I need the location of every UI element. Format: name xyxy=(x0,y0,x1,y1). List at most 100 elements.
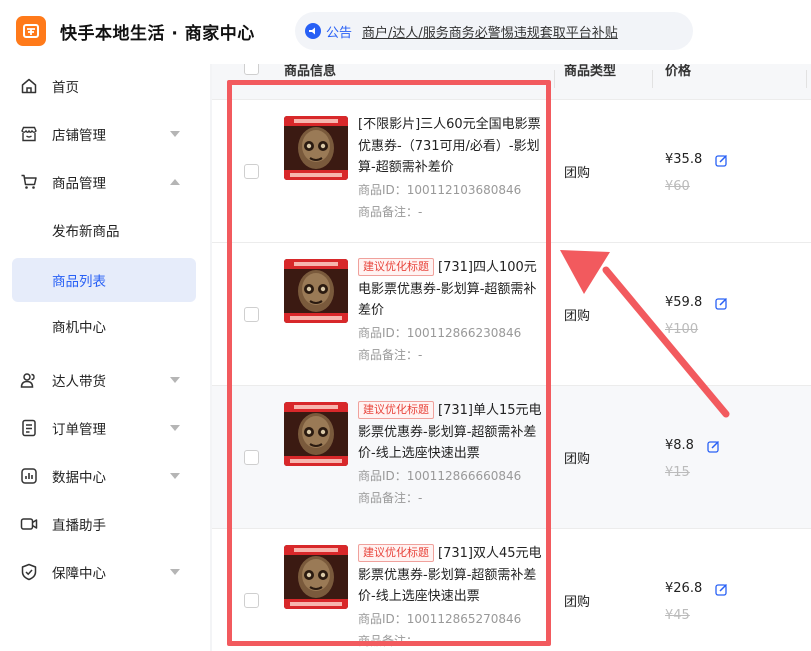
product-type: 团购 xyxy=(564,309,591,324)
chevron-down-icon xyxy=(170,131,180,137)
table-row: 建议优化标题 [731]四人100元电影票优惠券-影划算-超额需补差价 商品ID：… xyxy=(212,243,811,386)
original-price: ¥60 xyxy=(665,179,690,194)
movie-poster-image xyxy=(284,259,348,323)
optimize-title-badge[interactable]: 建议优化标题 xyxy=(358,258,434,276)
people-icon xyxy=(20,373,35,388)
top-header: 快手本地生活 · 商家中心 公告 商户/达人/服务商务必警惕违规套取平台补贴 xyxy=(0,0,811,64)
product-id: 商品ID：100112866660846 xyxy=(358,468,522,483)
product-info: 建议优化标题 [731]双人45元电影票优惠券-影划算-超额需补差价-线上选座快速… xyxy=(358,543,544,651)
order-icon xyxy=(22,419,36,437)
product-thumbnail[interactable] xyxy=(284,116,348,180)
edit-icon[interactable] xyxy=(715,583,728,596)
sidebar-item-label: 订单管理 xyxy=(52,422,106,438)
sidebar-subitem-product-list[interactable]: 商品列表 xyxy=(12,258,196,302)
product-type: 团购 xyxy=(564,452,591,467)
row-checkbox[interactable] xyxy=(244,593,259,608)
product-id: 商品ID：100112866230846 xyxy=(358,325,522,340)
chevron-up-icon xyxy=(170,179,180,185)
table-header: 商品信息 商品类型 价格 xyxy=(212,64,811,100)
product-note: 商品备注：- xyxy=(358,347,423,362)
product-id: 商品ID：100112103680846 xyxy=(358,182,522,197)
sidebar-item-label: 直播助手 xyxy=(52,518,106,534)
edit-icon[interactable] xyxy=(715,297,728,310)
announcement-bar[interactable]: 公告 商户/达人/服务商务必警惕违规套取平台补贴 xyxy=(295,12,693,50)
movie-poster-image xyxy=(284,116,348,180)
sidebar-item-label: 商品管理 xyxy=(52,176,106,192)
product-title[interactable]: 建议优化标题 [731]双人45元电影票优惠券-影划算-超额需补差价-线上选座快速… xyxy=(358,543,544,608)
sidebar-item-orders[interactable]: 订单管理 xyxy=(12,406,196,450)
product-title[interactable]: 建议优化标题 [731]单人15元电影票优惠券-影划算-超额需补差价-线上选座快速… xyxy=(358,400,544,465)
sidebar-item-label: 发布新商品 xyxy=(52,224,120,240)
product-price: ¥35.8 xyxy=(665,152,703,167)
row-checkbox[interactable] xyxy=(244,164,259,179)
product-title[interactable]: 建议优化标题 [731]四人100元电影票优惠券-影划算-超额需补差价 xyxy=(358,257,544,322)
column-divider xyxy=(806,70,807,88)
column-divider xyxy=(652,70,653,88)
chart-icon xyxy=(21,468,37,484)
table-row: 建议优化标题 [731]单人15元电影票优惠券-影划算-超额需补差价-线上选座快速… xyxy=(212,386,811,529)
sidebar-item-label: 商品列表 xyxy=(52,274,106,290)
product-price: ¥26.8 xyxy=(665,581,703,596)
sidebar-item-store[interactable]: 店铺管理 xyxy=(12,112,196,156)
sidebar-item-live[interactable]: 直播助手 xyxy=(12,502,196,546)
optimize-title-badge[interactable]: 建议优化标题 xyxy=(358,544,434,562)
sidebar-item-products[interactable]: 商品管理 xyxy=(12,160,196,204)
product-title[interactable]: [不限影片]三人60元全国电影票优惠券-（731可用/必看）-影划算-超额需补差… xyxy=(358,114,544,179)
sidebar-item-protection[interactable]: 保障中心 xyxy=(12,550,196,594)
product-price: ¥59.8 xyxy=(665,295,703,310)
megaphone-icon xyxy=(305,23,321,39)
chevron-down-icon xyxy=(170,425,180,431)
optimize-title-badge[interactable]: 建议优化标题 xyxy=(358,401,434,419)
sidebar-subitem-opportunity[interactable]: 商机中心 xyxy=(12,304,196,348)
sidebar-item-label: 首页 xyxy=(52,80,79,96)
row-checkbox[interactable] xyxy=(244,450,259,465)
kuaishou-logo[interactable] xyxy=(16,16,46,46)
original-price: ¥15 xyxy=(665,465,690,480)
product-thumbnail[interactable] xyxy=(284,259,348,323)
chevron-down-icon xyxy=(170,377,180,383)
select-all-checkbox[interactable] xyxy=(244,64,259,75)
table-row: 建议优化标题 [731]双人45元电影票优惠券-影划算-超额需补差价-线上选座快速… xyxy=(212,529,811,651)
sidebar-item-influencer[interactable]: 达人带货 xyxy=(12,358,196,402)
product-note: 商品备注：- xyxy=(358,633,423,648)
sidebar: 首页 店铺管理 商品管理 发布新商品 商品列表 商机中心 达人带货 订单管理 数… xyxy=(0,64,210,651)
sidebar-item-label: 店铺管理 xyxy=(52,128,106,144)
logo-glyph-icon xyxy=(23,24,39,38)
product-info: 建议优化标题 [731]四人100元电影票优惠券-影划算-超额需补差价 商品ID：… xyxy=(358,257,544,366)
sidebar-item-label: 数据中心 xyxy=(52,470,106,486)
product-price: ¥8.8 xyxy=(665,438,694,453)
cart-icon xyxy=(21,174,37,189)
product-thumbnail[interactable] xyxy=(284,402,348,466)
shield-icon xyxy=(21,563,37,581)
sidebar-item-label: 保障中心 xyxy=(52,566,106,582)
sidebar-item-data[interactable]: 数据中心 xyxy=(12,454,196,498)
row-checkbox[interactable] xyxy=(244,307,259,322)
product-type: 团购 xyxy=(564,166,591,181)
product-info: [不限影片]三人60元全国电影票优惠券-（731可用/必看）-影划算-超额需补差… xyxy=(358,114,544,223)
home-icon xyxy=(21,78,37,94)
sidebar-subitem-publish[interactable]: 发布新商品 xyxy=(12,208,196,252)
product-info: 建议优化标题 [731]单人15元电影票优惠券-影划算-超额需补差价-线上选座快速… xyxy=(358,400,544,509)
sidebar-item-label: 达人带货 xyxy=(52,374,106,390)
column-header-info: 商品信息 xyxy=(284,64,337,79)
app-title: 快手本地生活 · 商家中心 xyxy=(60,24,255,44)
column-header-price: 价格 xyxy=(665,64,692,79)
edit-icon[interactable] xyxy=(707,440,720,453)
announcement-label: 公告 xyxy=(326,25,353,41)
movie-poster-image xyxy=(284,545,348,609)
product-table: 商品信息 商品类型 价格 [不限影片]三人60元全国电影票优惠券-（731可用/… xyxy=(212,64,811,651)
original-price: ¥100 xyxy=(665,322,699,337)
chevron-down-icon xyxy=(170,569,180,575)
product-type: 团购 xyxy=(564,595,591,610)
announcement-link[interactable]: 商户/达人/服务商务必警惕违规套取平台补贴 xyxy=(362,22,618,41)
table-row: [不限影片]三人60元全国电影票优惠券-（731可用/必看）-影划算-超额需补差… xyxy=(212,100,811,243)
edit-icon[interactable] xyxy=(715,154,728,167)
column-divider xyxy=(554,70,555,88)
sidebar-item-home[interactable]: 首页 xyxy=(12,64,196,108)
product-id: 商品ID：100112865270846 xyxy=(358,611,522,626)
column-header-type: 商品类型 xyxy=(564,64,617,79)
sidebar-item-label: 商机中心 xyxy=(52,320,106,336)
product-thumbnail[interactable] xyxy=(284,545,348,609)
chevron-down-icon xyxy=(170,473,180,479)
product-title-text: [不限影片]三人60元全国电影票优惠券-（731可用/必看）-影划算-超额需补差… xyxy=(358,117,541,175)
